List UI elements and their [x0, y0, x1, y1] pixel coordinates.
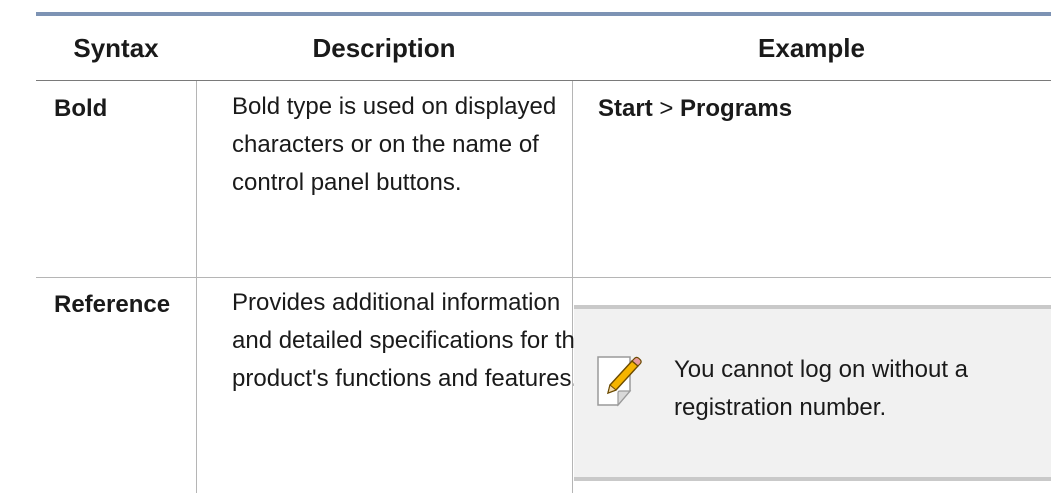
- description-cell-bold: Bold type is used on displayed character…: [232, 93, 557, 196]
- note-pencil-icon: [597, 356, 642, 407]
- note-text: You cannot log on without a registration…: [674, 356, 969, 421]
- syntax-cell-bold: Bold: [54, 95, 108, 122]
- syntax-cell-reference: Reference: [54, 291, 171, 318]
- row-divider: [36, 277, 1051, 278]
- description-cell-reference: Provides additional information and deta…: [232, 289, 589, 392]
- header-description: Description: [312, 33, 456, 63]
- example-separator: >: [652, 95, 681, 122]
- example-start-text: Start: [598, 95, 653, 122]
- example-programs-text: Programs: [680, 95, 793, 122]
- note-box: You cannot log on without a registration…: [574, 305, 1051, 481]
- header-syntax: Syntax: [73, 33, 159, 63]
- header-divider: [36, 80, 1051, 81]
- header-example: Example: [758, 33, 865, 63]
- table-header-row: Syntax Description Example: [36, 16, 1051, 80]
- example-cell-bold: Start > Programs: [598, 95, 792, 123]
- column-divider-1: [196, 81, 197, 493]
- conventions-table: Syntax Description Example Bold Bold typ…: [36, 12, 1051, 493]
